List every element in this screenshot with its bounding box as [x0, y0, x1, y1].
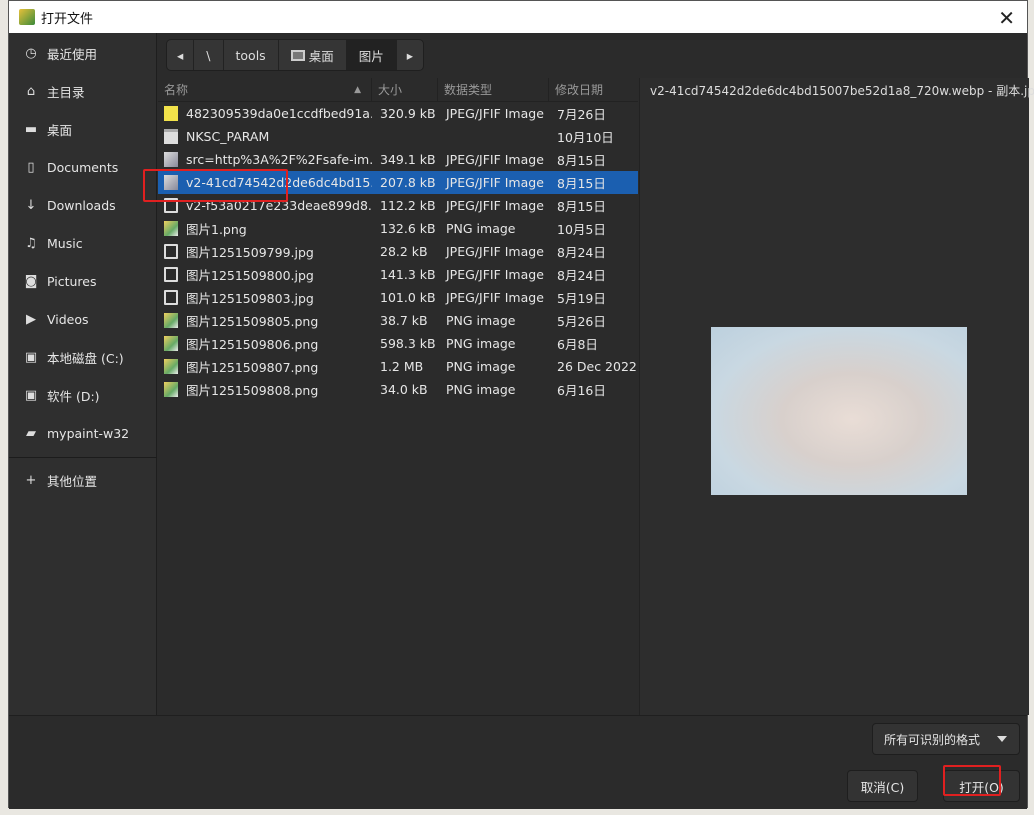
document-icon: ▯ [27, 159, 35, 175]
column-date[interactable]: 修改日期 [549, 78, 638, 101]
path-bar: ◂ \ tools 桌面 图片 ▸ [166, 39, 424, 71]
path-segment[interactable]: 桌面 [279, 40, 347, 70]
music-icon: ♫ [25, 235, 37, 251]
file-row[interactable]: src=http%3A%2F%2Fsafe-im... 349.1 kB JPEG/… [158, 148, 638, 171]
image-thumb-icon [164, 152, 178, 167]
file-icon [164, 244, 178, 259]
camera-icon: ◙ [24, 273, 38, 289]
places-sidebar: + 其他位置 ◷ 最近使用 ⌂ 主目录 ▬ 桌面 ▯ Documents ↓ Downloads ♫… [9, 33, 157, 715]
file-icon [164, 290, 178, 305]
clock-icon: ◷ [25, 45, 37, 61]
file-row[interactable]: 图片1251509806.png 598.3 kB PNG image 6月8日 [158, 332, 638, 355]
title-bar: 打开文件 ✕ [9, 1, 1027, 33]
preview-filename: v2-41cd74542d2de6dc4bd15007be52d1a8_720w… [650, 84, 1034, 98]
folder-icon [164, 129, 178, 144]
path-forward-button[interactable]: ▸ [397, 40, 423, 70]
open-button[interactable]: 打开(O) [943, 770, 1020, 802]
sidebar-item[interactable]: ◷ 最近使用 [9, 38, 157, 68]
sidebar-item[interactable]: ▣ 软件 (D:) [9, 380, 157, 410]
sidebar-item[interactable]: ▬ 桌面 [9, 114, 157, 144]
divider [9, 457, 157, 458]
image-thumb-icon [164, 175, 178, 190]
desktop-icon: ▬ [24, 121, 38, 137]
sort-ascending-icon: ▲ [354, 84, 361, 95]
cancel-button[interactable]: 取消(C) [847, 770, 918, 802]
drive-icon: ▣ [24, 349, 38, 365]
file-icon [164, 198, 178, 213]
preview-pane: v2-41cd74542d2de6dc4bd15007be52d1a8_720w… [639, 78, 1034, 715]
sidebar-item[interactable]: ◙ Pictures [9, 266, 157, 296]
column-type[interactable]: 数据类型 [438, 78, 549, 101]
png-icon [164, 359, 178, 374]
file-row[interactable]: 图片1251509805.png 38.7 kB PNG image 5月26日 [158, 309, 638, 332]
close-icon[interactable]: ✕ [998, 6, 1015, 30]
file-row[interactable]: 图片1251509799.jpg 28.2 kB JPEG/JFIF Image 8月… [158, 240, 638, 263]
window-title: 打开文件 [41, 11, 94, 27]
desktop-icon [290, 49, 305, 61]
path-segment[interactable]: 图片 [346, 40, 397, 70]
sidebar-item[interactable]: ♫ Music [9, 228, 157, 258]
column-name[interactable]: 名称 ▲ [158, 78, 372, 101]
file-row[interactable]: 482309539da0e1ccdfbed91a... 320.9 kB JPEG/… [158, 102, 638, 125]
png-icon [164, 382, 178, 397]
preview-image [711, 327, 967, 495]
path-segment[interactable]: tools [224, 40, 279, 70]
file-open-dialog: 打开文件 ✕ + 其他位置 ◷ 最近使用 ⌂ 主目录 ▬ 桌面 ▯ Documents ↓ Dow… [8, 0, 1034, 809]
file-list: 名称 ▲ 大小 数据类型 修改日期 482309539da0e1ccdfbed91… [158, 78, 638, 715]
sidebar-item[interactable]: ▣ 本地磁盘 (C:) [9, 342, 157, 372]
sidebar-item[interactable]: ⌂ 主目录 [9, 76, 157, 106]
sidebar-item[interactable]: ▰ mypaint-w32 [9, 418, 157, 448]
action-bar: 所有可识别的格式 取消(C) 打开(O) [9, 715, 1027, 809]
sidebar-item[interactable]: ▶ Videos [9, 304, 157, 334]
png-icon [164, 336, 178, 351]
home-icon: ⌂ [26, 83, 36, 99]
sidebar-item[interactable]: ↓ Downloads [9, 190, 157, 220]
column-size[interactable]: 大小 [372, 78, 438, 101]
file-row[interactable]: 图片1251509807.png 1.2 MB PNG image 26 Dec 20… [158, 355, 638, 378]
drive-icon: ▣ [24, 387, 38, 403]
video-icon: ▶ [26, 311, 36, 327]
path-segment[interactable]: \ [194, 40, 224, 70]
download-icon: ↓ [25, 197, 37, 213]
file-row[interactable]: v2-41cd74542d2de6dc4bd15... 207.8 kB JPEG/… [158, 171, 638, 194]
plus-icon: + [25, 472, 37, 488]
file-row[interactable]: v2-f53a0217e233deae899d8... 112.2 kB JPEG/… [158, 194, 638, 217]
sidebar-item[interactable]: ▯ Documents [9, 152, 157, 182]
file-row[interactable]: 图片1251509808.png 34.0 kB PNG image 6月16日 [158, 378, 638, 401]
file-row[interactable]: NKSC_PARAM 10月10日 [158, 125, 638, 148]
path-back-button[interactable]: ◂ [167, 40, 195, 70]
png-icon [164, 313, 178, 328]
png-icon [164, 221, 178, 236]
sidebar-item-other-locations[interactable]: + 其他位置 [9, 465, 157, 495]
file-type-filter-dropdown[interactable]: 所有可识别的格式 [872, 723, 1020, 755]
app-icon [19, 9, 35, 25]
file-icon [164, 267, 178, 282]
chevron-down-icon [997, 736, 1007, 742]
column-header: 名称 ▲ 大小 数据类型 修改日期 [158, 78, 638, 102]
file-row[interactable]: 图片1.png 132.6 kB PNG image 10月5日 [158, 217, 638, 240]
folder-icon: ▰ [26, 425, 36, 441]
file-row[interactable]: 图片1251509800.jpg 141.3 kB JPEG/JFIF Image 8… [158, 263, 638, 286]
image-thumb-icon [164, 106, 178, 121]
file-row[interactable]: 图片1251509803.jpg 101.0 kB JPEG/JFIF Image 5… [158, 286, 638, 309]
